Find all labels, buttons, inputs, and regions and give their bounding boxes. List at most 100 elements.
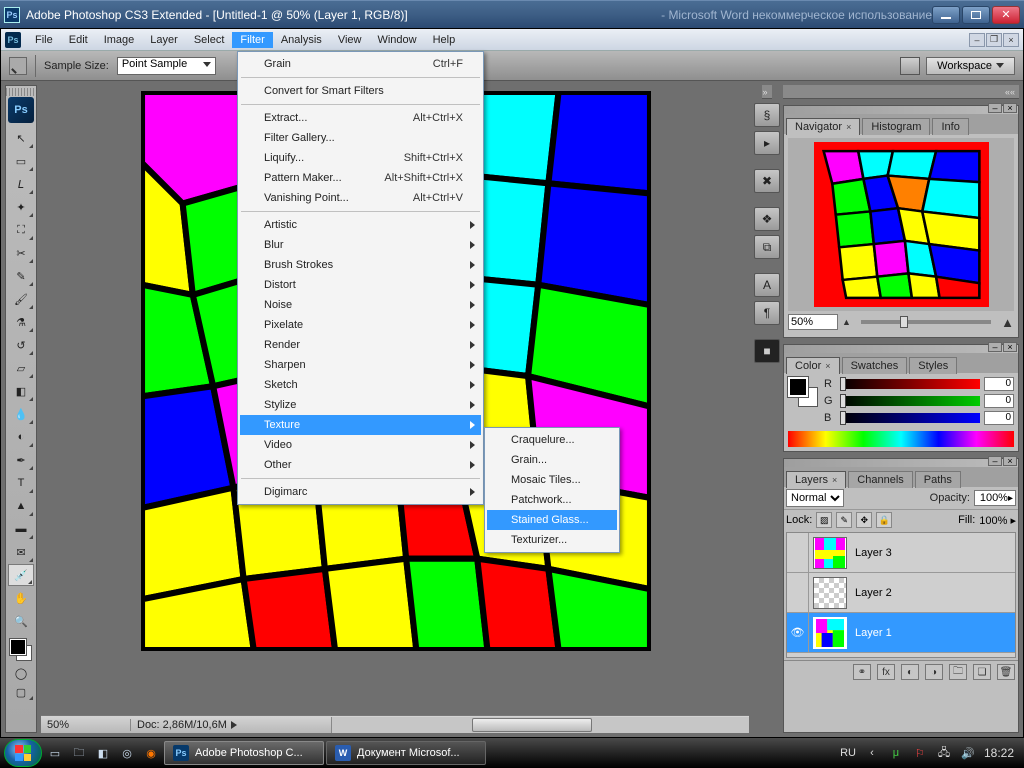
- submenu-sketch[interactable]: Sketch: [240, 375, 481, 395]
- move-tool[interactable]: ↖: [8, 127, 34, 149]
- zoom-out-icon[interactable]: ▲: [842, 317, 851, 327]
- dock-icon-brushes[interactable]: §: [754, 103, 780, 127]
- submenu-stylize[interactable]: Stylize: [240, 395, 481, 415]
- layer-styles-icon[interactable]: fx: [877, 664, 895, 680]
- zoom-in-icon[interactable]: ▲: [1001, 315, 1014, 330]
- menu-help[interactable]: Help: [425, 32, 464, 48]
- submenu-sharpen[interactable]: Sharpen: [240, 355, 481, 375]
- layer-thumbnail[interactable]: [813, 537, 847, 569]
- link-layers-icon[interactable]: ⚭: [853, 664, 871, 680]
- tab-channels[interactable]: Channels: [848, 471, 912, 488]
- zoom-tool[interactable]: 🔍: [8, 610, 34, 632]
- b-value[interactable]: 0: [984, 411, 1014, 425]
- submenu-digimarc[interactable]: Digimarc: [240, 482, 481, 502]
- blend-mode-select[interactable]: Normal: [786, 489, 844, 507]
- submenu-brush-strokes[interactable]: Brush Strokes: [240, 255, 481, 275]
- panel-close-icon[interactable]: ×: [1003, 342, 1017, 352]
- tab-layers[interactable]: Layers×: [786, 471, 846, 488]
- layer-thumbnail[interactable]: [813, 577, 847, 609]
- tab-navigator[interactable]: Navigator×: [786, 118, 860, 135]
- tray-clock[interactable]: 18:22: [984, 746, 1014, 760]
- submenu-noise[interactable]: Noise: [240, 295, 481, 315]
- g-slider[interactable]: [840, 396, 980, 406]
- layer-row[interactable]: Layer 3: [787, 533, 1015, 573]
- history-brush-tool[interactable]: ↺: [8, 334, 34, 356]
- menu-analysis[interactable]: Analysis: [273, 32, 330, 48]
- maximize-button[interactable]: [962, 6, 990, 24]
- quickmask-toggle[interactable]: ◯: [8, 664, 34, 682]
- pen-tool[interactable]: ✒: [8, 449, 34, 471]
- dodge-tool[interactable]: ◐: [8, 426, 34, 448]
- delete-layer-icon[interactable]: 🗑: [997, 664, 1015, 680]
- tray-network-icon[interactable]: 🖧: [936, 745, 952, 761]
- language-indicator[interactable]: RU: [840, 747, 856, 759]
- menu-item-filter-gallery[interactable]: Filter Gallery...: [240, 128, 481, 148]
- menu-item-pattern-maker[interactable]: Pattern Maker...Alt+Shift+Ctrl+X: [240, 168, 481, 188]
- g-value[interactable]: 0: [984, 394, 1014, 408]
- submenu-texture[interactable]: Texture: [240, 415, 481, 435]
- menu-item-vanishing-point[interactable]: Vanishing Point...Alt+Ctrl+V: [240, 188, 481, 208]
- panel-minimize-icon[interactable]: –: [988, 103, 1002, 113]
- ql-show-desktop-icon[interactable]: ▭: [44, 742, 66, 764]
- r-slider[interactable]: [840, 379, 980, 389]
- ql-browser-icon[interactable]: ◎: [116, 742, 138, 764]
- tab-paths[interactable]: Paths: [915, 471, 961, 488]
- menu-item-texturizer[interactable]: Texturizer...: [487, 530, 617, 550]
- menu-window[interactable]: Window: [369, 32, 424, 48]
- submenu-artistic[interactable]: Artistic: [240, 215, 481, 235]
- screenmode-toggle[interactable]: ▢: [8, 683, 34, 701]
- close-button[interactable]: [992, 6, 1020, 24]
- dock-icon-clone[interactable]: ⧉: [754, 235, 780, 259]
- panel-minimize-icon[interactable]: –: [988, 456, 1002, 466]
- menu-image[interactable]: Image: [96, 32, 143, 48]
- color-spectrum[interactable]: [788, 431, 1014, 447]
- submenu-video[interactable]: Video: [240, 435, 481, 455]
- adjustment-layer-icon[interactable]: ◑: [925, 664, 943, 680]
- menu-item-liquify[interactable]: Liquify...Shift+Ctrl+X: [240, 148, 481, 168]
- doc-restore-button[interactable]: ❐: [986, 33, 1002, 47]
- dock-icon-tool-presets[interactable]: ✖: [754, 169, 780, 193]
- dock-icon-paragraph[interactable]: ¶: [754, 301, 780, 325]
- menu-edit[interactable]: Edit: [61, 32, 96, 48]
- start-button[interactable]: [4, 739, 42, 767]
- navigator-zoom-input[interactable]: [788, 314, 838, 330]
- eyedropper-tool[interactable]: 💉: [8, 564, 34, 586]
- panel-close-icon[interactable]: ×: [1003, 103, 1017, 113]
- eraser-tool[interactable]: ▱: [8, 357, 34, 379]
- taskbar-app-photoshop[interactable]: PsAdobe Photoshop C...: [164, 741, 324, 765]
- type-tool[interactable]: T: [8, 472, 34, 494]
- lock-position-icon[interactable]: ✥: [856, 512, 872, 528]
- tab-swatches[interactable]: Swatches: [842, 357, 908, 374]
- crop-tool[interactable]: ⛶: [8, 219, 34, 241]
- menu-select[interactable]: Select: [186, 32, 233, 48]
- menu-item-stained-glass[interactable]: Stained Glass...: [487, 510, 617, 530]
- collapse-panels-button[interactable]: ««: [783, 85, 1019, 99]
- foreground-background-swatch[interactable]: [8, 637, 34, 663]
- menu-file[interactable]: File: [27, 32, 61, 48]
- tray-flag-icon[interactable]: ⚐: [912, 745, 928, 761]
- hand-tool[interactable]: ✋: [8, 587, 34, 609]
- healing-tool[interactable]: ✎: [8, 265, 34, 287]
- menu-layer[interactable]: Layer: [142, 32, 186, 48]
- dock-icon-layers-comp[interactable]: ❖: [754, 207, 780, 231]
- new-layer-icon[interactable]: ❏: [973, 664, 991, 680]
- tab-histogram[interactable]: Histogram: [862, 118, 930, 135]
- blur-tool[interactable]: 💧: [8, 403, 34, 425]
- tab-styles[interactable]: Styles: [909, 357, 957, 374]
- fill-value[interactable]: 100% ▸: [979, 514, 1016, 527]
- menu-filter[interactable]: Filter: [232, 32, 272, 48]
- submenu-blur[interactable]: Blur: [240, 235, 481, 255]
- layer-name[interactable]: Layer 3: [851, 547, 1015, 559]
- dock-icon-actions[interactable]: ▸: [754, 131, 780, 155]
- tab-color[interactable]: Color×: [786, 357, 840, 374]
- tray-utorrent-icon[interactable]: μ: [888, 745, 904, 761]
- eyedropper-icon[interactable]: [9, 57, 27, 75]
- group-icon[interactable]: 🗀: [949, 664, 967, 680]
- layer-mask-icon[interactable]: ◐: [901, 664, 919, 680]
- menu-item-patchwork[interactable]: Patchwork...: [487, 490, 617, 510]
- layer-row[interactable]: Layer 2: [787, 573, 1015, 613]
- menu-item-grain[interactable]: Grain...: [487, 450, 617, 470]
- menu-item-last-filter[interactable]: GrainCtrl+F: [240, 54, 481, 74]
- submenu-distort[interactable]: Distort: [240, 275, 481, 295]
- menu-item-craquelure[interactable]: Craquelure...: [487, 430, 617, 450]
